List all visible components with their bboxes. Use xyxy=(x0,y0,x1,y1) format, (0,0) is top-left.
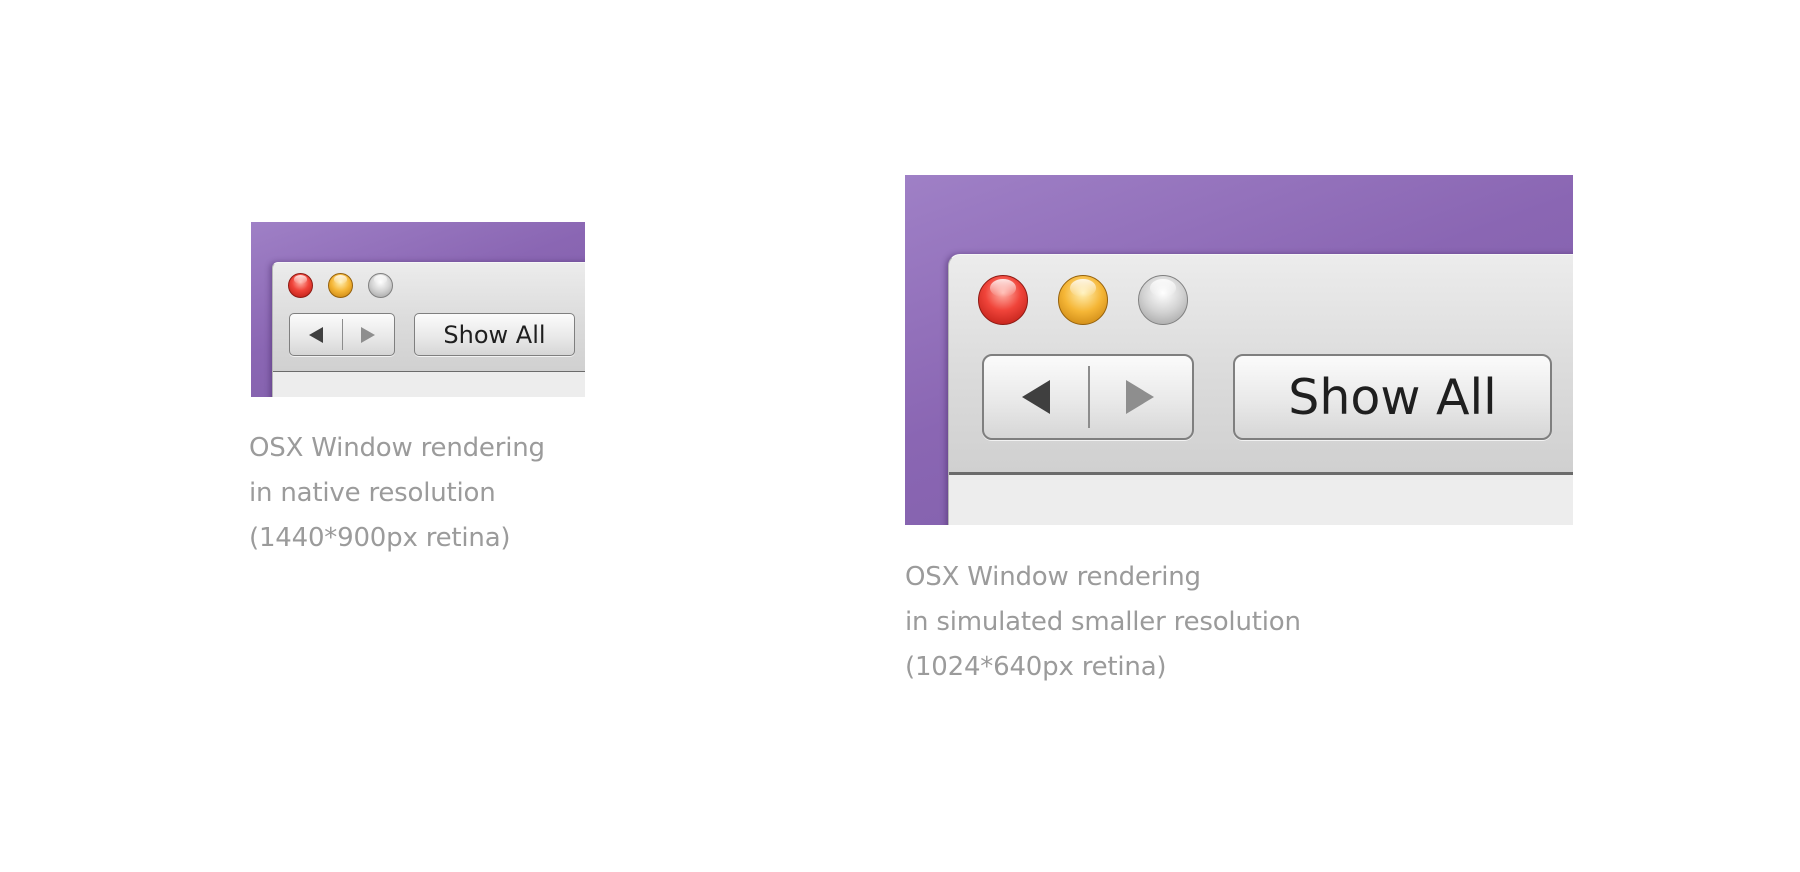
window-screenshot-native: Show All xyxy=(251,222,585,397)
osx-window: Show All xyxy=(948,254,1573,525)
show-all-button[interactable]: Show All xyxy=(1233,354,1552,440)
close-button[interactable] xyxy=(288,273,313,298)
caption-line: (1024*640px retina) xyxy=(905,652,1167,682)
back-forward-control xyxy=(289,313,395,356)
minimize-button[interactable] xyxy=(328,273,353,298)
back-button[interactable] xyxy=(290,314,342,355)
forward-button[interactable] xyxy=(1088,356,1192,438)
caption-line: in simulated smaller resolution xyxy=(905,607,1301,637)
back-button[interactable] xyxy=(984,356,1088,438)
zoom-button[interactable] xyxy=(1138,275,1188,325)
forward-arrow-icon xyxy=(361,326,375,343)
window-content-area xyxy=(273,372,585,397)
window-content-area xyxy=(949,475,1573,525)
forward-arrow-icon xyxy=(1126,380,1154,414)
caption-line: OSX Window rendering xyxy=(249,433,545,463)
caption-line: OSX Window rendering xyxy=(905,562,1201,592)
caption-simulated: OSX Window rendering in simulated smalle… xyxy=(905,555,1301,690)
osx-window: Show All xyxy=(272,262,585,397)
close-button[interactable] xyxy=(978,275,1028,325)
window-screenshot-simulated: Show All xyxy=(905,175,1573,525)
caption-line: (1440*900px retina) xyxy=(249,523,511,553)
back-arrow-icon xyxy=(309,326,323,343)
minimize-button[interactable] xyxy=(1058,275,1108,325)
zoom-button[interactable] xyxy=(368,273,393,298)
forward-button[interactable] xyxy=(342,314,394,355)
show-all-button[interactable]: Show All xyxy=(414,313,575,356)
back-forward-control xyxy=(982,354,1194,440)
caption-line: in native resolution xyxy=(249,478,496,508)
caption-native: OSX Window rendering in native resolutio… xyxy=(249,426,545,561)
back-arrow-icon xyxy=(1022,380,1050,414)
